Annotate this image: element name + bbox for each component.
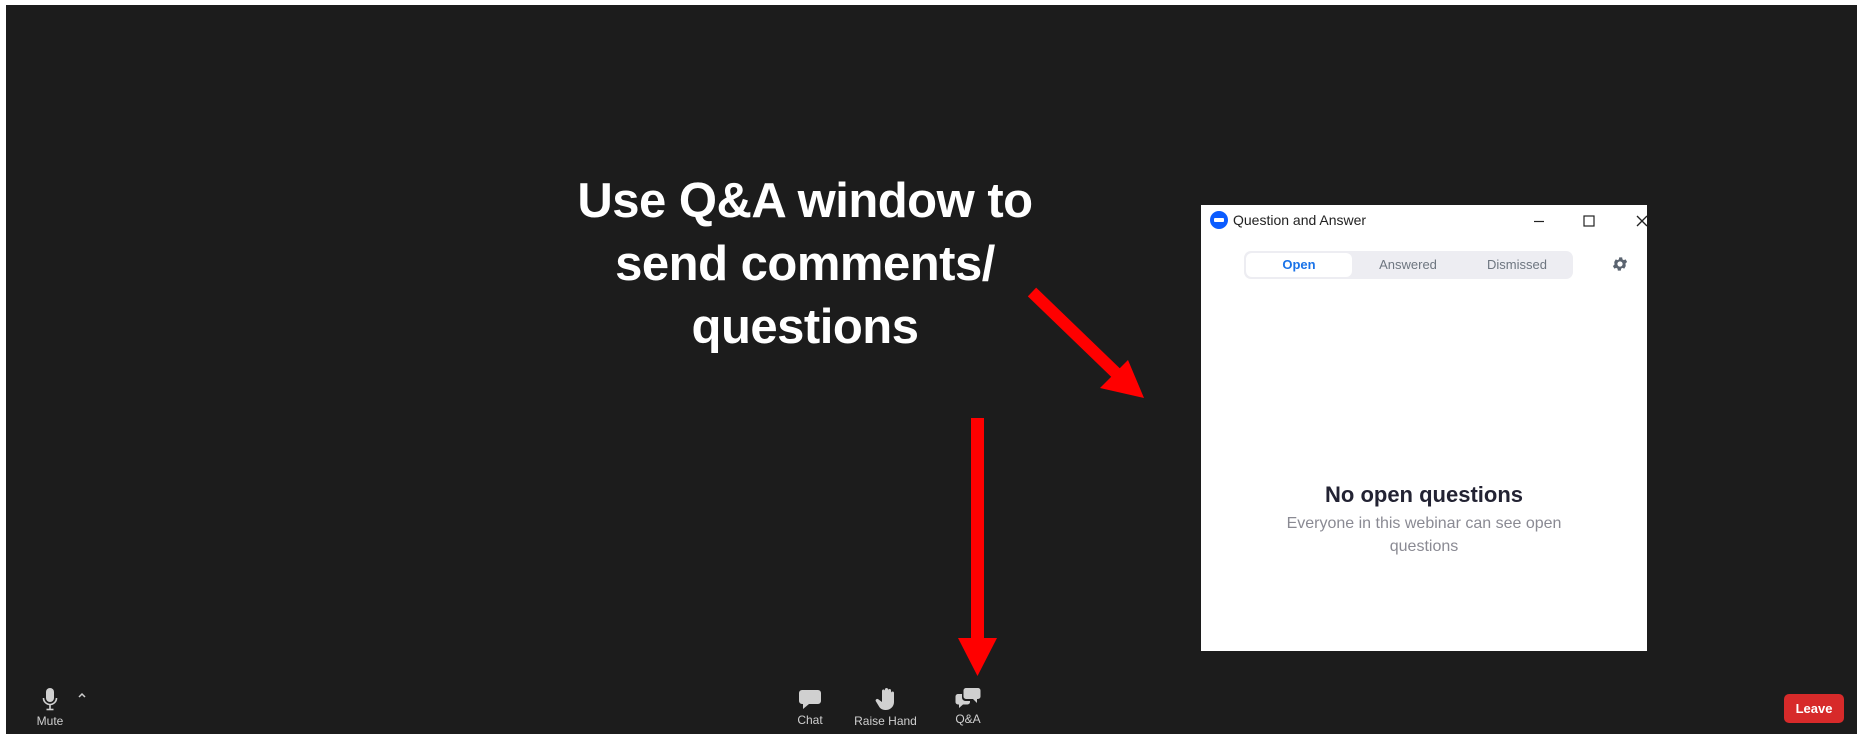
raise-hand-icon — [875, 688, 894, 710]
close-icon — [1636, 215, 1648, 227]
minimize-button[interactable] — [1516, 205, 1562, 237]
zoom-logo-icon — [1210, 211, 1228, 229]
microphone-icon — [42, 688, 58, 711]
tab-answered[interactable]: Answered — [1354, 253, 1462, 277]
chat-button[interactable]: Chat — [785, 688, 835, 727]
maximize-button[interactable] — [1566, 205, 1612, 237]
qa-titlebar: Question and Answer — [1201, 205, 1648, 237]
raise-hand-button[interactable]: Raise Hand — [848, 687, 923, 728]
mute-label: Mute — [36, 714, 64, 728]
qa-button[interactable]: Q&A — [946, 687, 990, 726]
empty-state-subtitle: Everyone in this webinar can see open qu… — [1286, 515, 1562, 555]
instruction-text: Use Q&A window to send comments/ questio… — [560, 170, 1050, 359]
instruction-line: send comments/ — [615, 237, 995, 291]
close-button[interactable] — [1619, 205, 1665, 237]
chat-icon — [799, 690, 821, 709]
qa-window-title: Question and Answer — [1233, 212, 1367, 228]
chevron-up-icon[interactable] — [76, 689, 88, 701]
instruction-line: questions — [691, 300, 919, 354]
empty-state-title: No open questions — [1325, 482, 1523, 507]
tab-open[interactable]: Open — [1246, 253, 1352, 277]
gear-icon[interactable] — [1611, 255, 1629, 273]
minimize-icon — [1534, 220, 1544, 223]
raise-hand-label: Raise Hand — [854, 714, 917, 728]
qa-window: Question and Answer Open Answered Dismis… — [1201, 205, 1648, 651]
qa-icon — [955, 688, 981, 708]
qa-tab-bar: Open Answered Dismissed — [1244, 251, 1573, 279]
instruction-line: Use Q&A window to — [577, 174, 1033, 228]
leave-button[interactable]: Leave — [1784, 694, 1844, 723]
mute-button[interactable]: Mute — [30, 687, 70, 728]
maximize-icon — [1583, 215, 1595, 227]
qa-label: Q&A — [955, 712, 981, 726]
chat-label: Chat — [797, 713, 823, 727]
tab-dismissed[interactable]: Dismissed — [1463, 253, 1571, 277]
